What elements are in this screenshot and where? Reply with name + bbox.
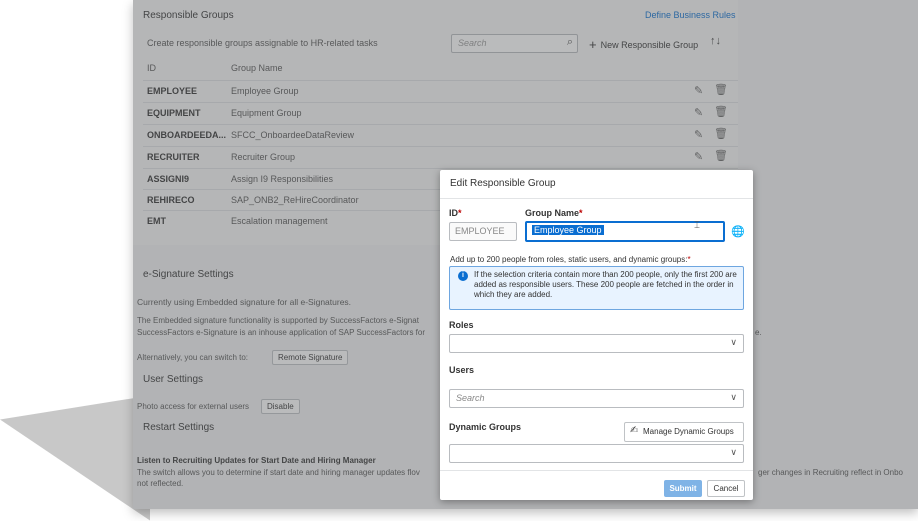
shadow-decoration [0, 374, 150, 521]
info-message-strip: i If the selection criteria contain more… [449, 266, 744, 310]
group-name-value: Employee Group [532, 225, 604, 235]
dynamic-groups-label: Dynamic Groups [449, 422, 522, 432]
chevron-down-icon[interactable]: ∨ [730, 447, 737, 458]
id-label: ID* [449, 208, 462, 218]
add-people-hint: Add up to 200 people from roles, static … [450, 255, 691, 264]
users-placeholder: Search [456, 393, 485, 403]
edit-responsible-group-dialog: Edit Responsible Group ID* Group Name* E… [440, 170, 753, 500]
app-screen: Responsible Groups Define Business Rules… [133, 0, 918, 509]
roles-label: Roles [449, 320, 474, 330]
globe-icon[interactable]: 🌐 [731, 225, 745, 238]
chevron-down-icon[interactable]: ∨ [730, 337, 737, 348]
submit-button[interactable]: Submit [664, 480, 702, 497]
group-name-label: Group Name* [525, 208, 583, 218]
id-field: EMPLOYEE [449, 222, 517, 241]
text-cursor-icon: ⌶ [694, 220, 700, 231]
edit-group-icon: ✍ [630, 425, 639, 436]
manage-dynamic-groups-button[interactable]: ✍ Manage Dynamic Groups [624, 422, 744, 442]
info-icon: i [458, 271, 468, 281]
info-text: If the selection criteria contain more t… [474, 270, 737, 299]
dialog-title: Edit Responsible Group [450, 178, 556, 189]
dialog-footer: Submit Cancel [440, 470, 753, 501]
cancel-button[interactable]: Cancel [707, 480, 745, 497]
id-value: EMPLOYEE [455, 226, 505, 236]
dynamic-groups-select[interactable]: ∨ [449, 444, 744, 463]
roles-select[interactable]: ∨ [449, 334, 744, 353]
users-search-select[interactable]: Search ∨ [449, 389, 744, 408]
manage-button-label: Manage Dynamic Groups [643, 427, 734, 436]
dialog-header: Edit Responsible Group [440, 170, 753, 199]
chevron-down-icon[interactable]: ∨ [730, 392, 737, 403]
users-label: Users [449, 365, 475, 375]
